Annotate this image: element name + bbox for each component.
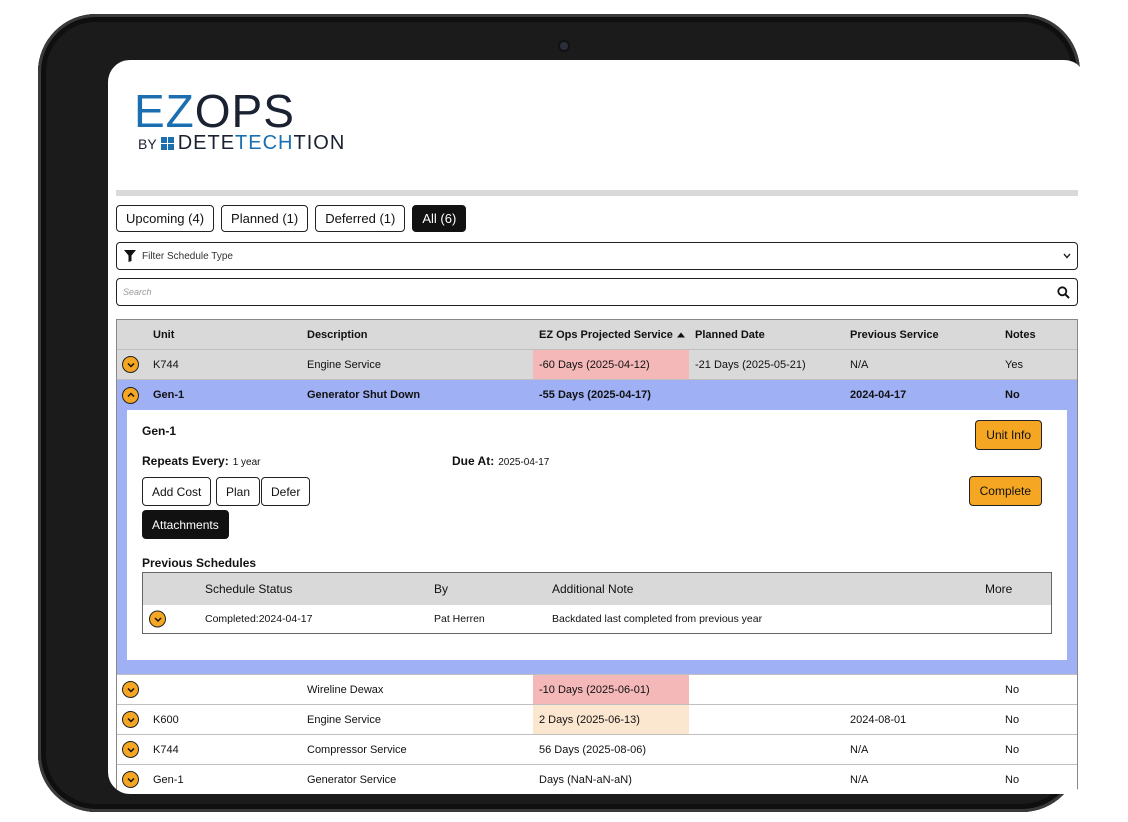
chevron-down-icon — [126, 687, 135, 693]
table-header-row: Unit Description EZ Ops Projected Servic… — [117, 320, 1077, 350]
col-notes[interactable]: Notes — [1005, 329, 1036, 341]
col-projected[interactable]: EZ Ops Projected Service — [533, 320, 689, 349]
col-by: By — [434, 582, 449, 596]
cell-description: Engine Service — [307, 713, 381, 726]
col-previous[interactable]: Previous Service — [850, 329, 939, 341]
search-bar[interactable]: Search — [116, 278, 1078, 306]
cell-projected: -55 Days (2025-04-17) — [539, 389, 651, 401]
chevron-down-icon — [126, 777, 135, 783]
cell-unit: Gen-1 — [153, 773, 184, 786]
cell-projected: 2 Days (2025-06-13) — [533, 705, 689, 734]
status-tabs: Upcoming (4) Planned (1) Deferred (1) Al… — [116, 205, 467, 232]
tab-upcoming[interactable]: Upcoming (4) — [116, 205, 215, 232]
collapse-toggle[interactable] — [122, 386, 139, 404]
app-screen: EZOPS BY DETETECHTION Upcoming (4) Plann… — [108, 60, 1086, 794]
cell-description: Generator Shut Down — [307, 389, 421, 401]
cell-previous: 2024-08-01 — [850, 713, 907, 726]
filter-icon — [124, 250, 136, 262]
sort-asc-icon — [676, 332, 685, 337]
attachments-button[interactable]: Attachments — [142, 510, 229, 539]
cell-notes: No — [1005, 743, 1020, 756]
cell-by: Pat Herren — [434, 613, 485, 625]
expand-toggle[interactable] — [122, 771, 139, 788]
cell-notes: No — [1005, 713, 1020, 726]
due-at: Due At: 2025-04-17 — [452, 454, 550, 468]
chevron-down-icon — [126, 362, 135, 368]
tablet-frame: EZOPS BY DETETECHTION Upcoming (4) Plann… — [38, 14, 1086, 812]
cell-projected: -60 Days (2025-04-12) — [533, 350, 689, 379]
cell-description: Engine Service — [307, 358, 381, 371]
cell-unit: K600 — [153, 713, 179, 726]
subtable-row: Completed:2024-04-17 Pat Herren Backdate… — [143, 605, 1051, 633]
previous-schedules-table: Schedule Status By Additional Note More … — [142, 572, 1052, 634]
cell-projected: -10 Days (2025-06-01) — [533, 675, 689, 704]
col-more: More — [985, 582, 1013, 596]
cell-description: Generator Service — [307, 773, 397, 786]
chevron-down-icon — [1063, 253, 1071, 259]
detail-panel: Gen-1 Repeats Every: 1 year Due At: 2025-0… — [127, 410, 1067, 660]
schedule-table: Unit Description EZ Ops Projected Servic… — [116, 319, 1078, 794]
ezops-logo: EZOPS BY DETETECHTION — [134, 85, 346, 154]
tab-deferred[interactable]: Deferred (1) — [315, 205, 406, 232]
col-description[interactable]: Description — [307, 329, 368, 341]
cell-additional-note: Backdated last completed from previous y… — [552, 613, 763, 625]
add-cost-button[interactable]: Add Cost — [142, 477, 212, 506]
filter-placeholder: Filter Schedule Type — [142, 250, 233, 262]
cell-planned: -21 Days (2025-05-21) — [695, 358, 806, 371]
cell-previous: N/A — [850, 743, 869, 756]
tab-planned[interactable]: Planned (1) — [221, 205, 309, 232]
schedule-type-filter[interactable]: Filter Schedule Type — [116, 242, 1078, 270]
expand-toggle[interactable] — [149, 610, 166, 628]
chevron-down-icon — [126, 747, 135, 753]
table-row[interactable]: Wireline Dewax -10 Days (2025-06-01) No — [117, 675, 1077, 705]
previous-schedules-title: Previous Schedules — [142, 556, 257, 570]
detail-title: Gen-1 — [142, 424, 177, 438]
table-row[interactable]: K600 Engine Service 2 Days (2025-06-13) … — [117, 705, 1077, 735]
table-row-selected[interactable]: Gen-1 Generator Shut Down -55 Days (2025… — [117, 380, 1077, 410]
chevron-down-icon — [153, 616, 162, 622]
cell-previous: N/A — [850, 358, 869, 371]
table-row[interactable]: K744 Compressor Service 56 Days (2025-08… — [117, 735, 1077, 765]
cell-notes: No — [1005, 773, 1020, 786]
defer-button[interactable]: Defer — [261, 477, 311, 506]
complete-button[interactable]: Complete — [968, 476, 1042, 506]
cell-previous: N/A — [850, 773, 869, 786]
cell-unit: K744 — [153, 358, 179, 371]
chevron-up-icon — [126, 392, 135, 398]
expand-toggle[interactable] — [122, 356, 139, 373]
cell-notes: Yes — [1005, 358, 1023, 371]
expand-toggle[interactable] — [122, 711, 139, 728]
chevron-down-icon — [126, 717, 135, 723]
cell-previous: 2024-04-17 — [850, 389, 907, 401]
table-row[interactable]: Gen-1 Generator Service Days (NaN-aN-aN)… — [117, 765, 1077, 794]
plan-button[interactable]: Plan — [216, 477, 261, 506]
cell-notes: No — [1005, 389, 1020, 401]
expand-toggle[interactable] — [122, 681, 139, 698]
subtable-header: Schedule Status By Additional Note More — [143, 573, 1051, 605]
unit-info-button[interactable]: Unit Info — [975, 420, 1042, 450]
detechtion-mark-icon — [160, 137, 174, 150]
expand-toggle[interactable] — [122, 741, 139, 758]
col-unit[interactable]: Unit — [153, 329, 174, 341]
cell-notes: No — [1005, 683, 1020, 696]
cell-description: Wireline Dewax — [307, 683, 384, 696]
search-input[interactable]: Search — [123, 287, 1057, 297]
col-additional-note: Additional Note — [552, 582, 634, 596]
cell-projected: Days (NaN-aN-aN) — [539, 773, 632, 786]
col-schedule-status: Schedule Status — [205, 582, 293, 596]
cell-schedule-status: Completed:2024-04-17 — [205, 613, 313, 625]
cell-projected: 56 Days (2025-08-06) — [539, 743, 647, 756]
front-camera — [560, 42, 568, 50]
cell-unit: K744 — [153, 743, 179, 756]
cell-unit: Gen-1 — [153, 389, 185, 401]
table-row[interactable]: K744 Engine Service -60 Days (2025-04-12… — [117, 350, 1077, 380]
header-divider — [116, 190, 1078, 196]
col-planned[interactable]: Planned Date — [695, 329, 765, 341]
expanded-detail: Gen-1 Repeats Every: 1 year Due At: 2025-0… — [117, 410, 1077, 675]
tab-all[interactable]: All (6) — [412, 205, 467, 232]
repeats-every: Repeats Every: 1 year — [142, 454, 261, 468]
cell-description: Compressor Service — [307, 743, 407, 756]
search-icon[interactable] — [1057, 285, 1070, 299]
